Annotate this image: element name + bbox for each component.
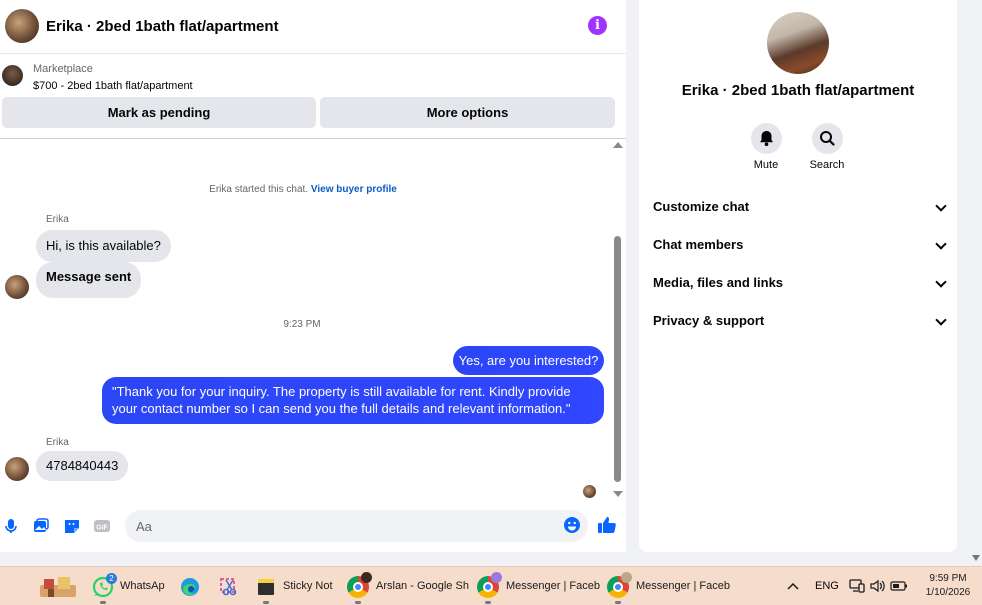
profile-badge: [491, 572, 502, 583]
running-indicator: [263, 601, 269, 604]
chevron-up-icon[interactable]: [787, 581, 799, 591]
sender-name: Erika: [46, 214, 69, 225]
search-icon[interactable]: [811, 123, 843, 154]
mark-as-pending-button[interactable]: Mark as pending: [2, 97, 316, 128]
running-indicator: [485, 601, 491, 604]
profile-badge: [621, 572, 632, 583]
chevron-down-icon: [935, 200, 947, 212]
chevron-down-icon: [935, 276, 947, 288]
chat-started-notice: Erika started this chat. View buyer prof…: [0, 184, 606, 195]
page-scroll-down-icon[interactable]: [972, 555, 980, 561]
mute-label: Mute: [753, 159, 779, 171]
running-indicator: [100, 601, 106, 604]
language-indicator[interactable]: ENG: [815, 567, 839, 605]
sender-name: Erika: [46, 437, 69, 448]
notification-badge: 2: [106, 573, 117, 584]
system-clock[interactable]: 9:59 PM 1/10/2026: [920, 572, 976, 600]
chat-details-panel: Erika · 2bed 1bath flat/apartment Mute S…: [639, 0, 957, 552]
privacy-support-row[interactable]: Privacy & support: [653, 306, 947, 336]
chat-members-row[interactable]: Chat members: [653, 230, 947, 260]
scroll-down-icon[interactable]: [613, 491, 623, 497]
gallery-icon[interactable]: [32, 517, 50, 535]
edge-icon[interactable]: [179, 576, 201, 598]
clock-date: 1/10/2026: [925, 587, 971, 598]
listing-thumbnail[interactable]: [2, 65, 23, 86]
view-buyer-profile-link[interactable]: View buyer profile: [311, 184, 397, 195]
battery-icon[interactable]: [890, 580, 908, 592]
svg-text:GIF: GIF: [96, 525, 108, 532]
window-label: Arslan - Google Sh: [376, 580, 469, 592]
mute-button[interactable]: Mute: [736, 123, 796, 171]
outgoing-message[interactable]: "Thank you for your inquiry. The propert…: [102, 377, 604, 424]
sender-avatar[interactable]: [5, 275, 29, 299]
running-indicator: [615, 601, 621, 604]
outgoing-message[interactable]: Yes, are you interested?: [453, 346, 604, 375]
taskbar-chrome-sheets[interactable]: Arslan - Google Sh: [347, 567, 469, 605]
marketplace-bar: Marketplace $700 - 2bed 1bath flat/apart…: [0, 55, 626, 139]
whatsapp-label: WhatsAp: [120, 580, 165, 592]
media-files-links-row[interactable]: Media, files and links: [653, 268, 947, 298]
thumbs-up-icon[interactable]: [597, 515, 617, 535]
listing-title[interactable]: $700 - 2bed 1bath flat/apartment: [33, 80, 193, 92]
volume-icon[interactable]: [870, 579, 886, 593]
taskbar: 2 WhatsAp Sticky Note Arslan - Google Sh…: [0, 566, 982, 605]
incoming-message[interactable]: Message sent: [36, 262, 142, 298]
taskbar-chrome-messenger[interactable]: Messenger | Faceb: [477, 567, 600, 605]
sender-avatar[interactable]: [5, 457, 29, 481]
contact-avatar[interactable]: [5, 9, 39, 43]
message-input[interactable]: [125, 510, 588, 542]
sticky-notes-icon: [258, 579, 274, 595]
incoming-message[interactable]: 4784840443: [36, 451, 129, 481]
sticky-notes-label: Sticky Note: [283, 580, 333, 592]
widgets-icon[interactable]: [38, 575, 78, 599]
bell-icon[interactable]: [750, 123, 782, 154]
gif-icon[interactable]: GIF: [93, 517, 111, 535]
network-icon[interactable]: [849, 578, 865, 594]
snipping-tool-icon[interactable]: [218, 576, 240, 598]
chat-title[interactable]: Erika · 2bed 1bath flat/apartment: [46, 18, 279, 35]
more-options-button[interactable]: More options: [320, 97, 615, 128]
row-label: Chat members: [653, 237, 744, 252]
scroll-up-icon[interactable]: [613, 142, 623, 148]
composer: GIF: [0, 507, 626, 547]
running-indicator: [355, 601, 361, 604]
scroll-thumb[interactable]: [614, 236, 621, 482]
message-scrollbar[interactable]: [612, 142, 623, 500]
chevron-down-icon: [935, 238, 947, 250]
window-label: Messenger | Faceb: [506, 580, 600, 592]
row-label: Customize chat: [653, 199, 750, 214]
message-timestamp: 9:23 PM: [283, 319, 321, 330]
details-title: Erika · 2bed 1bath flat/apartment: [681, 82, 915, 99]
profile-badge: [361, 572, 372, 583]
taskbar-chrome-messenger-2[interactable]: Messenger | Faceb: [607, 567, 730, 605]
customize-chat-row[interactable]: Customize chat: [653, 192, 947, 222]
contact-large-avatar[interactable]: [767, 12, 829, 74]
marketplace-label: Marketplace: [33, 63, 93, 75]
chat-started-text: Erika started this chat.: [209, 184, 309, 195]
taskbar-whatsapp[interactable]: 2 WhatsAp: [92, 567, 168, 605]
emoji-icon[interactable]: [563, 516, 581, 534]
window-label: Messenger | Faceb: [636, 580, 730, 592]
chat-header: Erika · 2bed 1bath flat/apartment i: [0, 0, 626, 54]
sticker-icon[interactable]: [63, 517, 81, 535]
search-button[interactable]: Search: [797, 123, 857, 171]
row-label: Media, files and links: [653, 275, 784, 290]
clock-time: 9:59 PM: [929, 573, 967, 584]
row-label: Privacy & support: [653, 313, 765, 328]
taskbar-sticky-notes[interactable]: Sticky Note: [255, 567, 335, 605]
info-icon[interactable]: i: [588, 16, 607, 35]
search-label: Search: [809, 159, 845, 171]
chat-panel: Erika · 2bed 1bath flat/apartment i Mark…: [0, 0, 626, 552]
chevron-down-icon: [935, 314, 947, 326]
microphone-icon[interactable]: [2, 517, 20, 535]
seen-avatar: [583, 485, 596, 498]
incoming-message[interactable]: Hi, is this available?: [36, 230, 171, 262]
message-list: Erika started this chat. View buyer prof…: [0, 140, 626, 505]
